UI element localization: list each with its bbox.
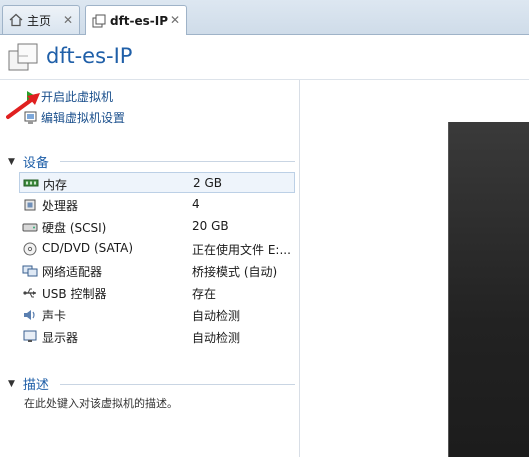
device-name: 内存: [43, 178, 68, 192]
vm-header: dft-es-IP: [0, 35, 529, 79]
device-value: 自动检测: [192, 331, 241, 345]
device-value: 4: [192, 197, 200, 211]
devices-section-title: 设备: [22, 156, 49, 171]
device-value: 20 GB: [192, 219, 229, 233]
display-icon: [23, 330, 37, 342]
device-row-cd-dvd[interactable]: CD/DVD (SATA) 正在使用文件 E:...: [19, 238, 295, 259]
tab-home[interactable]: 主页 ✕: [2, 5, 80, 34]
cpu-icon: [24, 199, 36, 210]
device-name: 显示器: [42, 331, 79, 345]
device-name: CD/DVD (SATA): [42, 241, 134, 255]
description-section-title: 描述: [22, 378, 49, 393]
description-placeholder[interactable]: 在此处键入对该虚拟机的描述。: [24, 395, 178, 411]
device-name: 声卡: [42, 309, 67, 323]
device-value: 存在: [192, 287, 217, 301]
vm-icon: [8, 43, 38, 71]
description-section-header[interactable]: ▼ 描述: [8, 374, 49, 393]
device-row-hard-disk[interactable]: 硬盘 (SCSI) 20 GB: [19, 216, 295, 237]
hard-disk-icon: [22, 223, 38, 231]
page-title: dft-es-IP: [46, 44, 133, 68]
collapse-triangle-icon[interactable]: ▼: [8, 379, 15, 389]
device-value: 2 GB: [193, 176, 222, 190]
device-value: 桥接模式 (自动): [192, 265, 278, 279]
divider: [60, 384, 295, 385]
device-row-network-adapter[interactable]: 网络适配器 桥接模式 (自动): [19, 260, 295, 281]
tab-home-label: 主页: [27, 13, 52, 28]
tab-vm-label: dft-es-IP: [110, 13, 169, 28]
edit-vm-settings-label: 编辑虚拟机设置: [41, 111, 126, 125]
device-row-memory[interactable]: 内存 2 GB: [19, 172, 295, 193]
tab-bar: 主页 ✕ dft-es-IP ✕: [0, 0, 529, 35]
devices-section-header[interactable]: ▼ 设备: [8, 152, 49, 171]
device-row-display[interactable]: 显示器 自动检测: [19, 326, 295, 347]
collapse-triangle-icon[interactable]: ▼: [8, 157, 15, 167]
device-name: 硬盘 (SCSI): [42, 221, 107, 235]
divider: [60, 161, 295, 162]
sound-card-icon: [24, 309, 35, 320]
vm-console-thumbnail[interactable]: [448, 122, 529, 457]
device-value: 正在使用文件 E:...: [192, 243, 291, 257]
device-name: USB 控制器: [42, 287, 107, 301]
memory-icon: [23, 179, 39, 186]
annotation-arrow-icon: [6, 93, 40, 119]
device-row-sound-card[interactable]: 声卡 自动检测: [19, 304, 295, 325]
device-name: 网络适配器: [42, 265, 103, 279]
home-icon: [9, 13, 23, 27]
power-on-vm-label: 开启此虚拟机: [41, 90, 114, 104]
network-adapter-icon: [22, 265, 38, 276]
tab-vm[interactable]: dft-es-IP ✕: [85, 5, 187, 35]
device-row-cpu[interactable]: 处理器 4: [19, 194, 295, 215]
device-row-usb[interactable]: USB 控制器 存在: [19, 282, 295, 303]
cd-dvd-icon: [23, 242, 37, 255]
vm-preview-area: [300, 80, 529, 457]
vm-icon: [92, 14, 106, 27]
close-icon[interactable]: ✕: [170, 13, 180, 27]
device-value: 自动检测: [192, 309, 241, 323]
close-icon[interactable]: ✕: [63, 13, 73, 27]
usb-icon: [23, 288, 36, 297]
device-name: 处理器: [42, 199, 79, 213]
